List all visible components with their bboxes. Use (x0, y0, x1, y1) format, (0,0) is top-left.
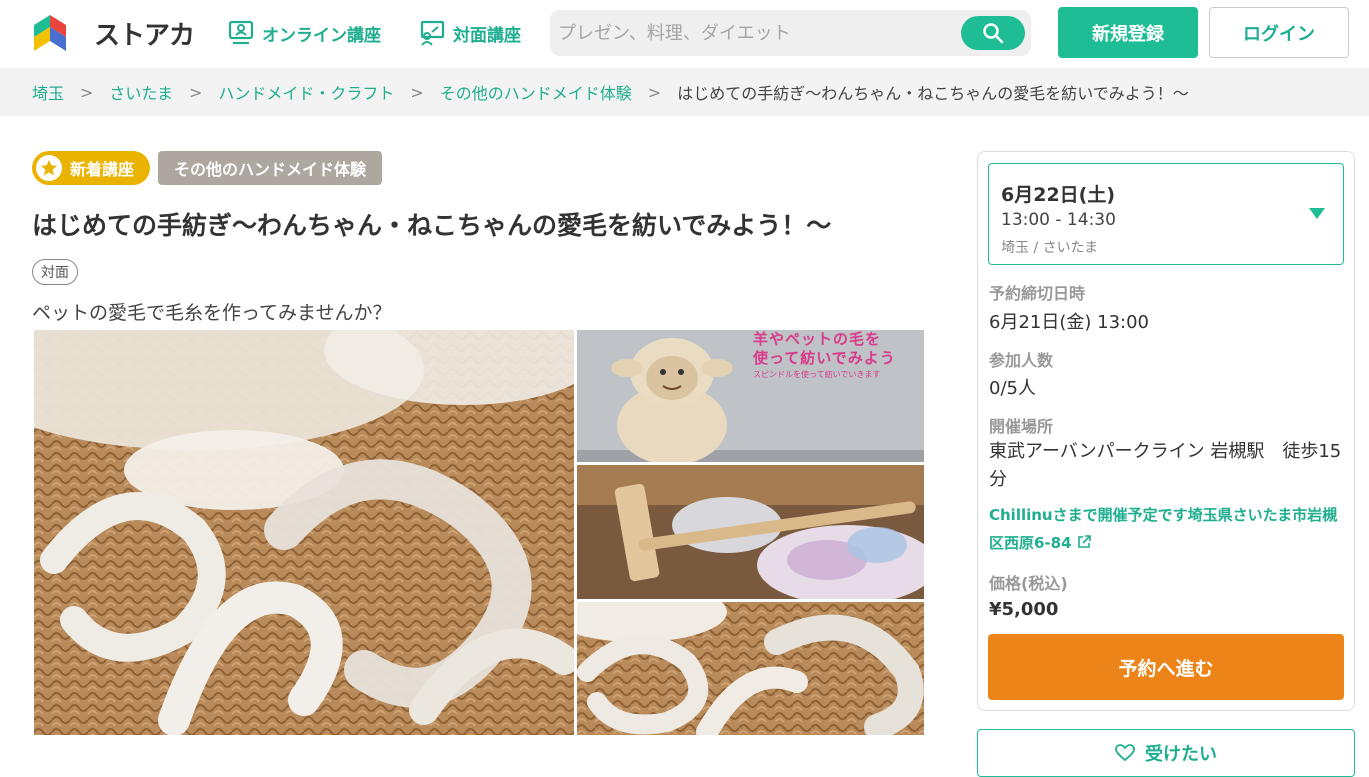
booking-panel: 6月22日(土) 13:00 - 14:30 埼玉 / さいたま 予約締切日時 … (977, 151, 1355, 711)
new-course-label: 新着講座 (70, 160, 135, 179)
format-tag: 対面 (32, 259, 78, 285)
photo-caption-line1: 羊やペットの毛を (753, 330, 882, 348)
want-to-take-button[interactable]: 受けたい (977, 729, 1355, 777)
want-label: 受けたい (1145, 744, 1217, 765)
site-logo[interactable]: ストアカ (32, 13, 195, 53)
price-value: ¥5,000 (989, 599, 1059, 620)
course-subtitle: ペットの愛毛で毛糸を作ってみませんか？ (32, 302, 392, 324)
price-label: 価格(税込) (989, 574, 1068, 593)
venue-note-text: Chillinuさまで開催予定です埼玉県さいたま市岩槻区西原6-84 (989, 506, 1338, 552)
breadcrumb-link-saitama-prefecture[interactable]: 埼玉 (32, 80, 64, 104)
breadcrumb-separator: > (410, 82, 424, 102)
breadcrumb-link-handmade-craft[interactable]: ハンドメイド・クラフト (218, 80, 394, 104)
nav-face-to-face-courses[interactable]: 対面講座 (419, 20, 521, 46)
venue-map-link[interactable]: Chillinuさまで開催予定です埼玉県さいたま市岩槻区西原6-84 (989, 501, 1345, 557)
monitor-person-icon (228, 20, 254, 45)
heart-icon (1115, 744, 1135, 762)
photo-caption-small: スピンドルを使って紡いでいきます (753, 370, 881, 379)
search-button[interactable] (961, 16, 1025, 50)
breadcrumb-link-saitama-city[interactable]: さいたま (109, 80, 173, 104)
search-icon (983, 23, 1004, 44)
new-course-badge: 新着講座 (32, 151, 151, 185)
venue-value: 東武アーバンパークライン 岩槻駅 徒歩15分 (989, 441, 1342, 490)
photo-caption: 羊やペットの毛を 使って紡いでみよう スピンドルを使って紡いでいきます (753, 330, 923, 382)
course-title: はじめての手紡ぎ〜わんちゃん・ねこちゃんの愛毛を紡いでみよう！〜 (32, 211, 832, 240)
deadline-label: 予約締切日時 (989, 284, 1086, 303)
selected-time: 13:00 - 14:30 (1001, 210, 1116, 230)
date-selector[interactable]: 6月22日(土) 13:00 - 14:30 埼玉 / さいたま (988, 163, 1344, 265)
course-badges: 新着講座 その他のハンドメイド体験 (32, 151, 383, 185)
photo-spindle[interactable] (577, 465, 924, 599)
nav-face-label: 対面講座 (453, 25, 521, 46)
participants-label: 参加人数 (989, 351, 1054, 370)
photo-sheep-toy[interactable]: 羊やペットの毛を 使って紡いでみよう スピンドルを使って紡いでいきます (577, 330, 924, 462)
whiteboard-teacher-icon (420, 20, 445, 46)
register-button[interactable]: 新規登録 (1058, 7, 1198, 58)
photo-caption-line2: 使って紡いでみよう (753, 349, 896, 367)
breadcrumb-separator: > (80, 82, 94, 102)
breadcrumb-current: はじめての手紡ぎ〜わんちゃん・ねこちゃんの愛毛を紡いでみよう！〜 (677, 84, 1189, 103)
breadcrumb-link-other-handmade[interactable]: その他のハンドメイド体験 (440, 80, 632, 104)
participants-value: 0/5人 (989, 378, 1036, 399)
selected-date: 6月22日(土) (1001, 184, 1116, 206)
breadcrumb-separator: > (647, 82, 662, 102)
main-photo-yarn[interactable] (34, 330, 574, 735)
deadline-value: 6月21日(金) 13:00 (989, 312, 1149, 333)
nav-online-courses[interactable]: オンライン講座 (228, 20, 381, 46)
login-button[interactable]: ログイン (1209, 7, 1349, 58)
selected-place: 埼玉 / さいたま (1001, 240, 1099, 256)
venue-label: 開催場所 (989, 417, 1054, 436)
search-bar (550, 10, 1031, 56)
site-header: ストアカ オンライン講座 対面講座 新規登録 ログイン (0, 0, 1369, 68)
star-icon (36, 155, 62, 181)
logo-mark-icon (32, 13, 86, 53)
caret-down-icon (1309, 208, 1325, 219)
nav-online-label: オンライン講座 (262, 25, 381, 46)
photo-yarn-closeup[interactable] (577, 602, 924, 735)
breadcrumb-separator: > (188, 82, 203, 102)
breadcrumb: 埼玉 > さいたま > ハンドメイド・クラフト > その他のハンドメイド体験 >… (0, 68, 1369, 116)
logo-text: ストアカ (94, 20, 195, 51)
category-badge[interactable]: その他のハンドメイド体験 (158, 151, 383, 185)
search-input[interactable] (558, 10, 958, 56)
external-link-icon (1077, 535, 1091, 548)
reserve-button[interactable]: 予約へ進む (988, 634, 1344, 700)
